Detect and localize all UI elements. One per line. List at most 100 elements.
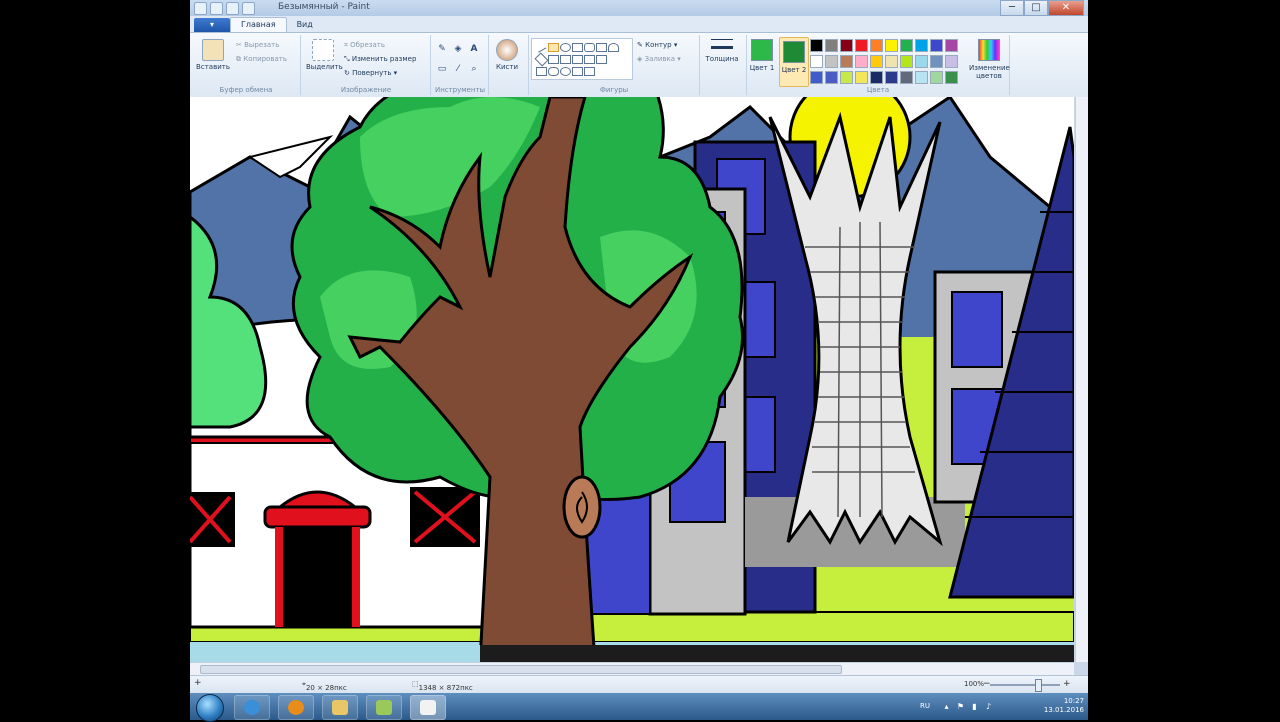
palette-swatch[interactable] <box>855 55 868 68</box>
palette-swatch[interactable] <box>900 71 913 84</box>
language-indicator[interactable]: RU <box>920 702 930 710</box>
rotate-button[interactable]: ↻ Повернуть ▾ <box>344 69 397 77</box>
color-picker-icon[interactable]: ⁄ <box>452 63 464 75</box>
taskbar-media[interactable] <box>278 695 314 720</box>
taskbar-explorer[interactable] <box>322 695 358 720</box>
curve-shape-icon[interactable] <box>548 43 559 52</box>
palette-swatch[interactable] <box>810 55 823 68</box>
horizontal-scrollbar[interactable] <box>190 662 1074 675</box>
palette-swatch[interactable] <box>870 55 883 68</box>
start-button[interactable] <box>196 694 224 722</box>
close-button[interactable]: ✕ <box>1048 0 1084 16</box>
resize-button[interactable]: ⤡ Изменить размер <box>344 55 416 64</box>
outline-button[interactable]: ✎ Контур ▾ <box>637 41 677 49</box>
lightning-shape-icon[interactable] <box>584 67 595 76</box>
palette-swatch[interactable] <box>885 71 898 84</box>
network-icon[interactable]: ▮ <box>970 702 979 711</box>
taskbar-ie[interactable] <box>234 695 270 720</box>
polygon-shape-icon[interactable] <box>596 43 607 52</box>
palette-swatch[interactable] <box>885 55 898 68</box>
tab-home[interactable]: Главная <box>230 17 287 32</box>
palette-swatch[interactable] <box>870 71 883 84</box>
text-tool-icon[interactable]: A <box>468 43 480 55</box>
palette-swatch[interactable] <box>825 55 838 68</box>
cloud-shape-icon[interactable] <box>560 67 571 76</box>
palette-swatch[interactable] <box>930 55 943 68</box>
palette-swatch[interactable] <box>855 71 868 84</box>
eraser-icon[interactable]: ▭ <box>436 63 448 75</box>
zoom-slider-thumb[interactable] <box>1035 679 1042 692</box>
zoom-out-button[interactable]: − <box>983 679 991 689</box>
diamond-shape-icon[interactable] <box>534 52 549 67</box>
crop-button[interactable]: ⌗ Обрезать <box>344 41 385 50</box>
size-button[interactable]: Толщина <box>702 39 742 63</box>
minimize-button[interactable]: ─ <box>1000 0 1024 16</box>
palette-swatch[interactable] <box>945 71 958 84</box>
volume-icon[interactable]: ♪ <box>984 702 993 711</box>
save-icon[interactable] <box>210 2 223 15</box>
magnifier-icon[interactable]: ⌕ <box>468 63 480 75</box>
hexagon-shape-icon[interactable] <box>560 55 571 64</box>
undo-icon[interactable] <box>226 2 239 15</box>
flag-icon[interactable]: ⚑ <box>956 702 965 711</box>
palette-swatch[interactable] <box>900 55 913 68</box>
palette-swatch[interactable] <box>930 39 943 52</box>
pencil-icon[interactable]: ✎ <box>436 43 448 55</box>
zoom-in-button[interactable]: + <box>1063 679 1071 689</box>
palette-swatch[interactable] <box>915 55 928 68</box>
tab-view[interactable]: Вид <box>287 18 323 32</box>
arrow-right-shape-icon[interactable] <box>572 55 583 64</box>
select-button[interactable]: Выделить <box>306 39 343 71</box>
tray-arrow-icon[interactable]: ▴ <box>942 702 951 711</box>
taskbar-paint[interactable] <box>410 695 446 720</box>
taskbar-paint-alt[interactable] <box>366 695 402 720</box>
palette-swatch[interactable] <box>855 39 868 52</box>
palette-swatch[interactable] <box>870 39 883 52</box>
fill-icon[interactable]: ◈ <box>452 43 464 55</box>
copy-button[interactable]: ⧉ Копировать <box>236 55 287 64</box>
group-shapes: ✎ Контур ▾ ◈ Заливка ▾ Фигуры <box>528 35 700 95</box>
arrow-up-shape-icon[interactable] <box>596 55 607 64</box>
maximize-button[interactable]: □ <box>1024 0 1048 16</box>
file-menu-button[interactable]: ▾ <box>194 18 230 32</box>
triangle-shape-icon[interactable] <box>608 43 619 52</box>
color1-button[interactable]: Цвет 1 <box>749 39 775 72</box>
arrow-left-shape-icon[interactable] <box>584 55 595 64</box>
palette-swatch[interactable] <box>840 55 853 68</box>
fill-button[interactable]: ◈ Заливка ▾ <box>637 55 681 63</box>
drawing-canvas[interactable] <box>190 97 1074 662</box>
line-shape-icon[interactable] <box>534 41 547 53</box>
clock[interactable]: 10:27 13.01.2016 <box>1044 697 1084 715</box>
app-menu-icon[interactable] <box>194 2 207 15</box>
palette-swatch[interactable] <box>840 71 853 84</box>
vertical-scrollbar[interactable] <box>1075 97 1088 662</box>
heart-shape-icon[interactable] <box>572 67 583 76</box>
palette-swatch[interactable] <box>840 39 853 52</box>
palette-swatch[interactable] <box>945 39 958 52</box>
zoom-slider[interactable] <box>990 684 1060 686</box>
pentagon-shape-icon[interactable] <box>548 55 559 64</box>
palette-swatch[interactable] <box>900 39 913 52</box>
palette-swatch[interactable] <box>885 39 898 52</box>
edit-colors-button[interactable]: Изменение цветов <box>969 39 1010 80</box>
palette-swatch[interactable] <box>945 55 958 68</box>
rounded-rectangle-shape-icon[interactable] <box>584 43 595 52</box>
palette-swatch[interactable] <box>810 71 823 84</box>
palette-swatch[interactable] <box>930 71 943 84</box>
brushes-button[interactable]: Кисти <box>490 39 524 71</box>
oval-shape-icon[interactable] <box>560 43 571 52</box>
palette-swatch[interactable] <box>825 39 838 52</box>
star-shape-icon[interactable] <box>536 67 547 76</box>
palette-swatch[interactable] <box>825 71 838 84</box>
cut-button[interactable]: ✂ Вырезать <box>236 41 279 49</box>
palette-swatch[interactable] <box>915 71 928 84</box>
palette-swatch[interactable] <box>810 39 823 52</box>
callout-shape-icon[interactable] <box>548 67 559 76</box>
color2-button[interactable]: Цвет 2 <box>779 37 809 87</box>
redo-icon[interactable] <box>242 2 255 15</box>
palette-swatch[interactable] <box>915 39 928 52</box>
rectangle-shape-icon[interactable] <box>572 43 583 52</box>
paste-button[interactable]: Вставить <box>196 39 230 71</box>
scroll-thumb[interactable] <box>200 665 842 674</box>
shapes-gallery[interactable] <box>531 38 633 80</box>
